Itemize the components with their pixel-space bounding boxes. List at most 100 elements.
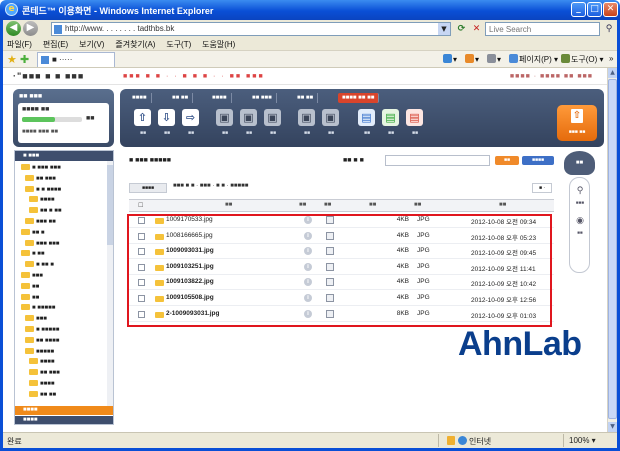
tree-scroll-thumb[interactable] bbox=[107, 165, 113, 245]
tree-folder-item[interactable]: ■■ ■■■ bbox=[15, 174, 107, 183]
column-name[interactable]: ■■ bbox=[225, 202, 232, 208]
search-field[interactable] bbox=[485, 22, 600, 36]
menu-edit[interactable]: 편집(E) bbox=[39, 38, 72, 51]
file-row[interactable]: 2-1009093031.jpg i 8KB JPG 2012-10-09 오후 01:… bbox=[129, 307, 554, 322]
toolbar-button-7[interactable]: ▣ bbox=[322, 109, 339, 126]
memo-icon[interactable] bbox=[326, 262, 334, 271]
row-checkbox[interactable] bbox=[138, 248, 145, 256]
page-menu[interactable]: 페이지(P) ▾ bbox=[509, 54, 558, 65]
file-name[interactable]: 1008166665.jpg bbox=[166, 232, 213, 239]
stop-button[interactable]: ✕ bbox=[470, 22, 483, 36]
file-name[interactable]: 1009103251.jpg bbox=[166, 263, 214, 270]
memo-icon[interactable] bbox=[326, 247, 334, 256]
info-icon[interactable]: i bbox=[304, 231, 312, 240]
minimize-button[interactable]: _ bbox=[571, 2, 586, 17]
info-icon[interactable]: i bbox=[304, 262, 312, 271]
tree-folder-item[interactable]: ■■ ■■■■ bbox=[15, 336, 107, 345]
page-scrollbar[interactable]: ▲ ▼ bbox=[607, 68, 617, 432]
tree-folder-item[interactable]: ■ ■ ■■■■ bbox=[15, 185, 107, 194]
select-all-checkbox[interactable]: ☐ bbox=[138, 202, 143, 209]
folder-tree-header[interactable]: ■ ■■■ bbox=[15, 151, 113, 161]
tree-scrollbar[interactable] bbox=[107, 161, 113, 411]
file-row[interactable]: 1009103251.jpg i 4KB JPG 2012-10-09 오전 11:41 bbox=[129, 260, 554, 275]
memo-icon[interactable] bbox=[326, 216, 334, 224]
toolbar-tab[interactable]: ■■■■ bbox=[128, 93, 152, 103]
file-row[interactable]: 1009103822.jpg i 4KB JPG 2012-10-09 오전 10:42 bbox=[129, 275, 554, 291]
toolbar-button-3[interactable]: ▣ bbox=[216, 109, 233, 126]
menu-help[interactable]: 도움말(H) bbox=[198, 38, 239, 51]
search-button[interactable]: ■■ bbox=[495, 156, 519, 165]
toolbar-tab[interactable]: ■■ ■■■ bbox=[248, 93, 277, 103]
tree-folder-item[interactable]: ■■ bbox=[15, 282, 107, 291]
tree-folder-item[interactable]: ■■ ■■ bbox=[15, 390, 107, 399]
scroll-down-icon[interactable]: ▼ bbox=[608, 422, 617, 432]
toolbar-button-9[interactable]: ▤ bbox=[382, 109, 399, 126]
tree-folder-item[interactable]: ■■ ■■■ bbox=[15, 369, 107, 377]
file-row[interactable]: 1009093031.jpg i 4KB JPG 2012-10-09 오전 09:45 bbox=[129, 244, 554, 260]
row-checkbox[interactable] bbox=[138, 232, 145, 240]
site-logo[interactable]: ·"■■■ ■ ■ ■■■ bbox=[13, 71, 84, 81]
file-row[interactable]: 1008166665.jpg i 4KB JPG 2012-10-08 오후 05:23 bbox=[129, 229, 554, 244]
more-chevron-icon[interactable]: » bbox=[609, 54, 613, 63]
memo-icon[interactable] bbox=[326, 231, 334, 240]
info-icon[interactable]: i bbox=[304, 294, 312, 302]
page-scroll-thumb[interactable] bbox=[608, 79, 617, 419]
maximize-button[interactable]: □ bbox=[587, 2, 602, 17]
tree-folder-item[interactable]: ■■■■■ bbox=[15, 347, 107, 356]
print-icon[interactable]: ▾ bbox=[487, 54, 501, 64]
tree-folder-item[interactable]: ■ ■■■■■ bbox=[15, 326, 107, 334]
tree-folder-item[interactable]: ■ ■■■ ■■■ bbox=[15, 164, 107, 172]
memo-icon[interactable] bbox=[326, 294, 334, 302]
toolbar-tab-active[interactable]: ■■■■ ■■ ■■ bbox=[338, 93, 380, 103]
tree-folder-item[interactable]: ■■ bbox=[15, 293, 107, 302]
info-icon[interactable]: i bbox=[304, 309, 312, 318]
forward-button[interactable]: ▶ bbox=[23, 21, 38, 36]
toolbar-tab[interactable]: ■■ ■■ bbox=[293, 93, 319, 103]
row-checkbox[interactable] bbox=[138, 295, 145, 302]
tree-footer-active[interactable]: ■■■■ bbox=[15, 406, 113, 415]
quick-panel-top[interactable]: ■■ bbox=[564, 151, 595, 175]
security-zone[interactable]: 인터넷 bbox=[447, 436, 491, 447]
toolbar-button-2[interactable]: ⇨ bbox=[182, 109, 199, 126]
toolbar-button-5[interactable]: ▣ bbox=[264, 109, 281, 126]
tree-folder-item[interactable]: ■■■■ bbox=[15, 196, 107, 204]
site-promo[interactable]: ■■■ ■ ■ · · ■ ■ ■ · · ■■ ■■■ bbox=[123, 73, 265, 80]
home-icon[interactable]: ▾ bbox=[443, 54, 457, 64]
file-name[interactable]: 2-1009093031.jpg bbox=[166, 310, 219, 317]
column-date[interactable]: ■■ bbox=[499, 202, 506, 208]
refresh-button[interactable]: ⟳ bbox=[455, 22, 468, 36]
quick-record-icon[interactable]: ◉ bbox=[573, 216, 587, 228]
zoom-level[interactable]: 100% ▾ bbox=[569, 436, 596, 445]
memo-icon[interactable] bbox=[326, 278, 334, 287]
tree-footer[interactable]: ■■■■ bbox=[15, 416, 113, 424]
search-icon[interactable]: ⚲ bbox=[602, 22, 616, 36]
row-checkbox[interactable] bbox=[138, 279, 145, 287]
scroll-up-icon[interactable]: ▲ bbox=[608, 68, 617, 78]
tree-folder-item[interactable]: ■ ■■ bbox=[15, 250, 107, 258]
row-checkbox[interactable] bbox=[138, 263, 145, 271]
tree-folder-item[interactable]: ■■■ ■■■ bbox=[15, 239, 107, 248]
toolbar-button-6[interactable]: ▣ bbox=[298, 109, 315, 126]
quick-search-icon[interactable]: ⚲ bbox=[573, 186, 587, 198]
url-field[interactable]: http://www. . . . . . . . tadthbs.bk ▼ bbox=[51, 22, 451, 36]
url-dropdown-icon[interactable]: ▼ bbox=[438, 23, 450, 35]
site-top-links[interactable]: ■■■■ · ■■■■ ■■ ■■■ bbox=[510, 73, 593, 80]
column-size[interactable]: ■■ bbox=[369, 202, 376, 208]
tree-folder-item[interactable]: ■ ■■■■■ bbox=[15, 304, 107, 312]
file-row[interactable]: 1009105508.jpg i 4KB JPG 2012-10-09 오후 12:56 bbox=[129, 291, 554, 306]
detail-search-button[interactable]: ■■■■ bbox=[522, 156, 554, 165]
toolbar-button-4[interactable]: ▣ bbox=[240, 109, 257, 126]
search-input[interactable] bbox=[486, 23, 599, 35]
close-button[interactable]: ✕ bbox=[603, 2, 618, 17]
file-search-input[interactable] bbox=[385, 155, 490, 166]
browser-tab[interactable]: ■ ····· bbox=[37, 52, 115, 67]
info-icon[interactable]: i bbox=[304, 247, 312, 256]
tree-folder-item[interactable]: ■ ■■ ■ bbox=[15, 261, 107, 269]
file-name[interactable]: 1009093031.jpg bbox=[166, 247, 214, 254]
feeds-icon[interactable]: ▾ bbox=[465, 54, 479, 64]
favorites-star-icon[interactable]: ★ bbox=[7, 53, 17, 66]
add-favorite-icon[interactable]: ✚ bbox=[20, 53, 29, 66]
row-checkbox[interactable] bbox=[138, 217, 145, 224]
parent-folder-button[interactable]: ■■■■ bbox=[129, 183, 167, 193]
toolbar-button-0[interactable]: ⇧ bbox=[134, 109, 151, 126]
